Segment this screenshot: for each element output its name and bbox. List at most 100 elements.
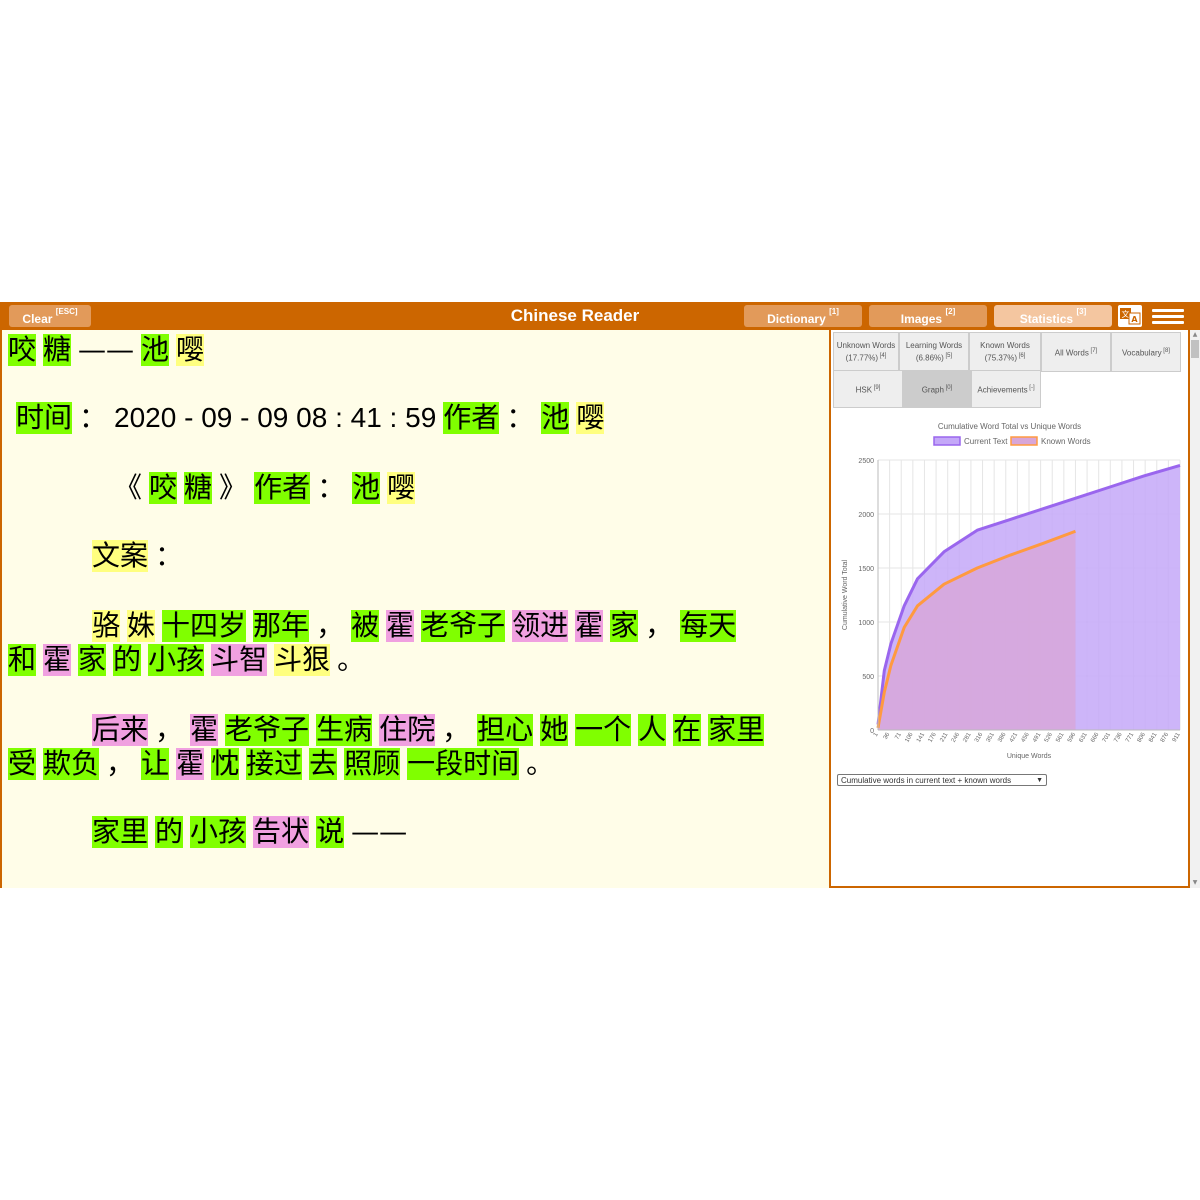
hamburger-menu-icon[interactable] <box>1150 306 1186 326</box>
tab-known[interactable]: Known Words (75.37%) [6] <box>969 332 1041 372</box>
scroll-up-icon[interactable]: ▲ <box>1190 330 1200 340</box>
statistics-label: Statistics <box>1019 312 1074 326</box>
word-token[interactable]: 糖 <box>184 472 213 504</box>
x-tick-label: 316 <box>974 731 985 743</box>
text-token: ， <box>316 609 345 642</box>
text-token: ， <box>442 713 471 746</box>
word-token[interactable]: 霍 <box>43 644 72 676</box>
word-token[interactable]: 被 <box>351 610 380 642</box>
word-token[interactable]: 嘤 <box>387 472 416 504</box>
word-token[interactable]: 霍 <box>176 748 205 780</box>
word-token[interactable]: 让 <box>141 748 170 780</box>
word-token[interactable]: 嘤 <box>576 402 605 434</box>
word-token[interactable]: 老爷子 <box>225 714 310 746</box>
word-token[interactable]: 一段时间 <box>407 748 520 780</box>
word-token[interactable]: 咬 <box>149 472 178 504</box>
text-token: ， <box>645 609 674 642</box>
word-token[interactable]: 文案 <box>92 540 149 572</box>
word-token[interactable]: 小孩 <box>190 816 247 848</box>
word-token[interactable]: 斗智 <box>211 644 268 676</box>
scroll-down-icon[interactable]: ▼ <box>1190 878 1200 888</box>
y-tick-label: 500 <box>862 674 874 681</box>
svg-text:文: 文 <box>1122 309 1130 319</box>
word-token[interactable]: 糖 <box>43 334 72 366</box>
text-token: ， <box>106 747 135 780</box>
tab-hsk[interactable]: HSK [9] <box>833 370 903 408</box>
x-tick-label: 176 <box>928 731 939 743</box>
word-token[interactable]: 每天 <box>680 610 737 642</box>
word-token[interactable]: 接过 <box>246 748 303 780</box>
word-token[interactable]: 作者 <box>443 402 500 434</box>
x-tick-label: 561 <box>1055 731 1066 743</box>
x-tick-label: 281 <box>962 731 973 743</box>
word-token[interactable]: 家里 <box>92 816 149 848</box>
word-token[interactable]: 那年 <box>253 610 310 642</box>
tab-label: Unknown Words (17.77%) <box>836 340 896 363</box>
tab-learning[interactable]: Learning Words (6.86%) [5] <box>899 332 969 372</box>
scrollbar-thumb[interactable] <box>1191 340 1199 358</box>
tab-unknown[interactable]: Unknown Words (17.77%) [4] <box>833 332 899 372</box>
word-token[interactable]: 家 <box>610 610 639 642</box>
word-token[interactable]: 的 <box>113 644 142 676</box>
word-token[interactable]: 时间 <box>16 402 73 434</box>
word-token[interactable]: 池 <box>141 334 170 366</box>
word-token[interactable]: 咬 <box>8 334 37 366</box>
word-token[interactable]: 在 <box>673 714 702 746</box>
word-token[interactable]: 的 <box>155 816 184 848</box>
tab-graph[interactable]: Graph [0] <box>903 370 971 408</box>
word-token[interactable]: 住院 <box>379 714 436 746</box>
chevron-down-icon: ▼ <box>1036 777 1043 784</box>
word-token[interactable]: 说 <box>316 816 345 848</box>
tab-all[interactable]: All Words [7] <box>1041 332 1111 372</box>
word-token[interactable]: 生病 <box>316 714 373 746</box>
word-token[interactable]: 斗狠 <box>274 644 331 676</box>
word-token[interactable]: 告状 <box>253 816 310 848</box>
word-token[interactable]: 姝 <box>127 610 156 642</box>
word-token[interactable]: 家里 <box>708 714 765 746</box>
text-token: ， <box>155 713 184 746</box>
word-token[interactable]: 和 <box>8 644 37 676</box>
tab-vocabulary[interactable]: Vocabulary [8] <box>1111 332 1181 372</box>
word-token[interactable]: 后来 <box>92 714 149 746</box>
images-button[interactable]: Images [2] <box>869 305 987 327</box>
word-token[interactable]: 骆 <box>92 610 121 642</box>
word-token[interactable]: 受 <box>8 748 37 780</box>
word-token[interactable]: 池 <box>541 402 570 434</box>
text-token: ： <box>317 471 346 504</box>
word-token[interactable]: 霍 <box>575 610 604 642</box>
word-token[interactable]: 老爷子 <box>421 610 506 642</box>
word-token[interactable]: 池 <box>352 472 381 504</box>
legend-label: Known Words <box>1041 437 1091 446</box>
chart-mode-value: Cumulative words in current text + known… <box>841 776 1012 785</box>
word-token[interactable]: 家 <box>78 644 107 676</box>
word-token[interactable]: 领进 <box>512 610 569 642</box>
word-token[interactable]: 照顾 <box>344 748 401 780</box>
translate-icon[interactable]: 文 A <box>1118 305 1142 327</box>
word-token[interactable]: 霍 <box>190 714 219 746</box>
statistics-button[interactable]: Statistics [3] <box>994 305 1112 327</box>
word-token[interactable]: 去 <box>309 748 338 780</box>
dictionary-button[interactable]: Dictionary [1] <box>744 305 862 327</box>
tab-achievements[interactable]: Achievements [-] <box>971 370 1041 408</box>
top-bar: Clear [ESC] Chinese Reader Dictionary [1… <box>0 302 1200 330</box>
word-token[interactable]: 忱 <box>211 748 240 780</box>
word-token[interactable]: 她 <box>540 714 569 746</box>
word-token[interactable]: 人 <box>638 714 667 746</box>
chart-legend: Current Text Known Words <box>933 436 1091 446</box>
x-tick-label: 526 <box>1044 731 1055 743</box>
word-token[interactable]: 一个 <box>575 714 632 746</box>
word-token[interactable]: 嘤 <box>176 334 205 366</box>
text-token: 《 <box>114 471 143 504</box>
chart-mode-select[interactable]: Cumulative words in current text + known… <box>837 774 1047 786</box>
tab-label: Achievements <box>977 385 1028 395</box>
reader-line: 家里的小孩 告状说 —— <box>92 816 414 850</box>
word-token[interactable]: 霍 <box>386 610 415 642</box>
clear-button[interactable]: Clear [ESC] <box>9 305 91 327</box>
word-token[interactable]: 欺负 <box>43 748 100 780</box>
word-token[interactable]: 作者 <box>254 472 311 504</box>
word-token[interactable]: 小孩 <box>148 644 205 676</box>
page-scrollbar[interactable]: ▲ ▼ <box>1190 330 1200 888</box>
word-token[interactable]: 担心 <box>477 714 534 746</box>
reader-line: 骆姝十四岁 那年，被霍老爷子 领进霍家，每天 <box>92 610 743 644</box>
word-token[interactable]: 十四岁 <box>162 610 247 642</box>
